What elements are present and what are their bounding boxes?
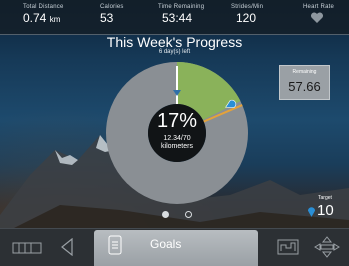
stat-value: 120 <box>236 11 257 25</box>
page-subtitle: 6 day(s) left <box>158 49 191 55</box>
stat-unit: km <box>49 15 61 24</box>
remaining-label: Remaining <box>292 69 317 75</box>
remaining-box: Remaining 57.66 <box>279 65 330 100</box>
menu-list-icon[interactable] <box>108 235 122 255</box>
progress-donut <box>106 62 248 204</box>
remaining-value: 57.66 <box>288 79 321 94</box>
treadmill-screen: Total Distance 0.74 km Calories 53 Time … <box>0 0 349 266</box>
track-view-icon[interactable] <box>12 242 42 254</box>
speed-incline-icon[interactable] <box>314 236 340 258</box>
stat-value: 0.74 <box>23 11 47 25</box>
heart-icon <box>310 12 324 23</box>
stat-calories: Calories 53 <box>100 4 124 32</box>
page-title: This Week's Progress <box>106 34 243 50</box>
stat-value: 53:44 <box>162 11 193 25</box>
stat-label: Heart Rate <box>303 4 335 10</box>
page-dot-active[interactable] <box>162 211 169 218</box>
back-arrow-icon[interactable] <box>60 238 74 256</box>
progress-distance-unit: kilometers <box>161 143 193 150</box>
page-dot[interactable] <box>185 211 192 218</box>
target-label: Target <box>318 195 332 201</box>
stat-label: Time Remaining <box>158 4 205 10</box>
stats-bar: Total Distance 0.74 km Calories 53 Time … <box>0 0 349 35</box>
stat-label: Calories <box>100 4 124 10</box>
target-value: 10 <box>317 202 334 219</box>
progress-distance-value: 12.34/70 <box>163 135 191 142</box>
target-pin-icon <box>308 207 315 217</box>
progress-distance: 12.34/70 kilometers <box>147 135 207 151</box>
goals-label: Goals <box>150 237 182 251</box>
stat-time-remaining: Time Remaining 53:44 <box>158 4 204 32</box>
stat-value: 53 <box>100 11 114 25</box>
stat-label: Total Distance <box>23 4 64 10</box>
stat-total-distance: Total Distance 0.74 km <box>23 4 64 32</box>
stat-label: Strides/Min <box>231 4 264 10</box>
progress-percent: 17% <box>156 110 198 132</box>
workout-profile-icon[interactable] <box>276 238 302 256</box>
stat-heart-rate: Heart Rate <box>303 4 334 32</box>
stat-strides: Strides/Min 120 <box>231 4 263 32</box>
